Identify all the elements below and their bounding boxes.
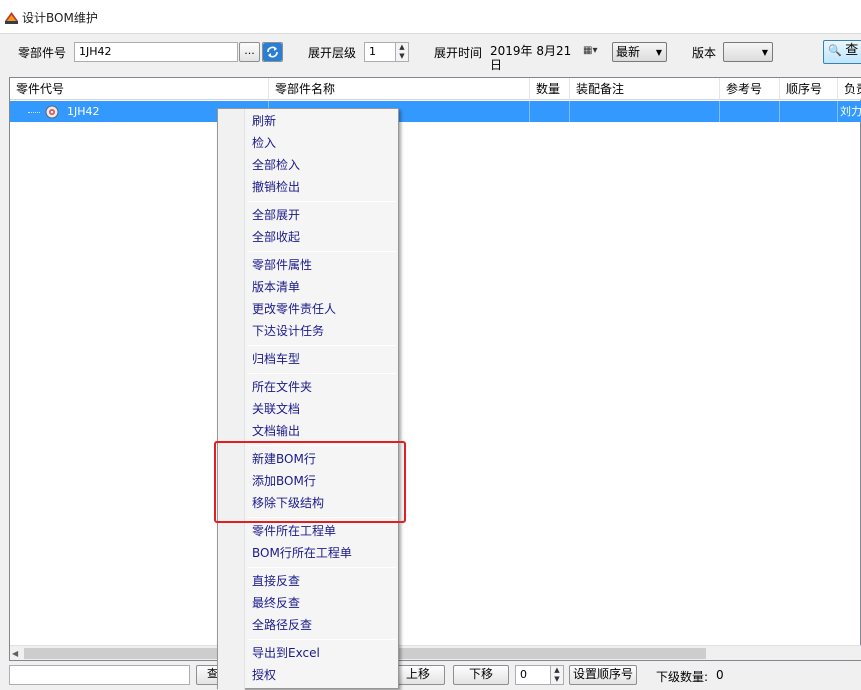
bottom-bar: 查 上移 下移 0 ▲ ▼ 设置顺序号 下级数量: 0	[0, 661, 861, 689]
column-header-reference[interactable]: 参考号	[720, 78, 780, 100]
menu-separator	[248, 639, 396, 640]
menu-item-part-properties[interactable]: 零部件属性	[252, 254, 312, 276]
order-number-spinner[interactable]: ▲ ▼	[550, 665, 564, 685]
menu-item-undo-checkout[interactable]: 撤销检出	[252, 176, 300, 198]
expand-level-input[interactable]: 1	[364, 42, 396, 62]
gear-icon	[44, 104, 60, 120]
context-menu-icon-gutter	[218, 109, 245, 690]
menu-item-collapse-all[interactable]: 全部收起	[252, 226, 300, 248]
spin-down-icon[interactable]: ▼	[551, 675, 563, 684]
menu-separator	[248, 567, 396, 568]
version-mode-value: 最新	[616, 45, 641, 59]
menu-item-archive-vehicle-model[interactable]: 归档车型	[252, 348, 300, 370]
title-bar: 设计BOM维护	[0, 0, 861, 34]
context-menu: 刷新 检入 全部检入 撤销检出 全部展开 全部收起 零部件属性 版本清单 更改零…	[217, 108, 399, 690]
browse-button[interactable]: ...	[239, 42, 260, 62]
grid-header: 零件代号 零部件名称 数量 装配备注 参考号 顺序号 负责	[10, 78, 861, 100]
query-label: 查	[845, 43, 859, 58]
menu-item-direct-where-used[interactable]: 直接反查	[252, 570, 300, 592]
bottom-search-input[interactable]	[9, 665, 190, 685]
menu-item-export-excel[interactable]: 导出到Excel	[252, 642, 320, 664]
move-down-button[interactable]: 下移	[453, 665, 509, 685]
horizontal-scrollbar[interactable]: ◀	[10, 645, 861, 660]
child-count-value: 0	[716, 668, 724, 682]
menu-item-final-where-used[interactable]: 最终反查	[252, 592, 300, 614]
menu-item-document-output[interactable]: 文档输出	[252, 420, 300, 442]
expand-time-label: 展开时间	[434, 46, 483, 60]
menu-separator	[248, 251, 396, 252]
version-select[interactable]: ▼	[723, 42, 773, 62]
menu-separator	[248, 373, 396, 374]
calendar-dropdown-icon[interactable]: ▦▾	[583, 45, 609, 59]
column-header-assembly-note[interactable]: 装配备注	[570, 78, 720, 100]
refresh-button[interactable]	[262, 42, 283, 62]
query-button[interactable]: 🔍 查	[823, 40, 861, 64]
expand-time-date[interactable]: 2019年 8月21日	[488, 42, 582, 72]
chevron-down-icon: ▼	[655, 48, 662, 57]
refresh-icon	[263, 43, 282, 61]
menu-item-full-path-where-used[interactable]: 全路径反查	[252, 614, 312, 636]
spin-down-icon[interactable]: ▼	[396, 52, 408, 61]
menu-item-bom-row-change-orders[interactable]: BOM行所在工程单	[252, 542, 352, 564]
menu-item-check-in[interactable]: 检入	[252, 132, 276, 154]
window-title: 设计BOM维护	[22, 11, 98, 25]
search-icon: 🔍	[828, 44, 842, 57]
column-header-sequence[interactable]: 顺序号	[780, 78, 838, 100]
menu-item-version-list[interactable]: 版本清单	[252, 276, 300, 298]
part-code-label: 零部件号	[18, 46, 67, 60]
bom-grid[interactable]: 零件代号 零部件名称 数量 装配备注 参考号 顺序号 负责 1JH42 刘力	[9, 77, 861, 661]
cell-assembly-note	[570, 101, 720, 122]
version-label: 版本	[692, 46, 717, 60]
cell-sequence	[780, 101, 838, 122]
column-header-part-code[interactable]: 零件代号	[10, 78, 269, 100]
menu-item-related-documents[interactable]: 关联文档	[252, 398, 300, 420]
set-order-button[interactable]: 设置顺序号	[569, 665, 637, 685]
scroll-left-icon[interactable]: ◀	[12, 646, 22, 661]
menu-item-refresh[interactable]: 刷新	[252, 110, 276, 132]
menu-item-change-owner[interactable]: 更改零件责任人	[252, 298, 336, 320]
menu-separator	[248, 345, 396, 346]
chevron-down-icon: ▼	[761, 48, 768, 57]
expand-level-label: 展开层级	[308, 46, 357, 60]
menu-item-issue-design-task[interactable]: 下达设计任务	[252, 320, 324, 342]
bom-app-icon	[5, 12, 18, 24]
menu-item-expand-all[interactable]: 全部展开	[252, 204, 300, 226]
order-number-input[interactable]: 0	[515, 665, 551, 685]
cell-reference	[720, 101, 780, 122]
toolbar: 零部件号 1JH42 ... 展开层级 1 ▲ ▼ 展开时间 2019年 8月2…	[0, 34, 861, 76]
menu-item-part-change-orders[interactable]: 零件所在工程单	[252, 520, 336, 542]
spin-up-icon[interactable]: ▲	[551, 666, 563, 675]
move-up-button[interactable]: 上移	[391, 665, 445, 685]
column-header-part-name[interactable]: 零部件名称	[269, 78, 530, 100]
part-code-text: 1JH42	[67, 105, 100, 118]
table-row[interactable]: 1JH42 刘力	[10, 101, 861, 122]
cell-quantity	[530, 101, 570, 122]
menu-item-check-in-all[interactable]: 全部检入	[252, 154, 300, 176]
cell-owner: 刘力	[840, 105, 861, 118]
spin-up-icon[interactable]: ▲	[396, 43, 408, 52]
expand-level-spinner[interactable]: ▲ ▼	[395, 42, 409, 62]
menu-separator	[248, 201, 396, 202]
child-count-label: 下级数量:	[656, 670, 709, 684]
menu-item-authorize[interactable]: 授权	[252, 664, 276, 686]
version-mode-select[interactable]: 最新 ▼	[612, 42, 667, 62]
column-header-owner[interactable]: 负责	[838, 78, 861, 100]
part-code-input[interactable]: 1JH42	[74, 42, 238, 62]
menu-item-containing-folder[interactable]: 所在文件夹	[252, 376, 312, 398]
highlight-box	[214, 441, 406, 523]
column-header-quantity[interactable]: 数量	[530, 78, 570, 100]
